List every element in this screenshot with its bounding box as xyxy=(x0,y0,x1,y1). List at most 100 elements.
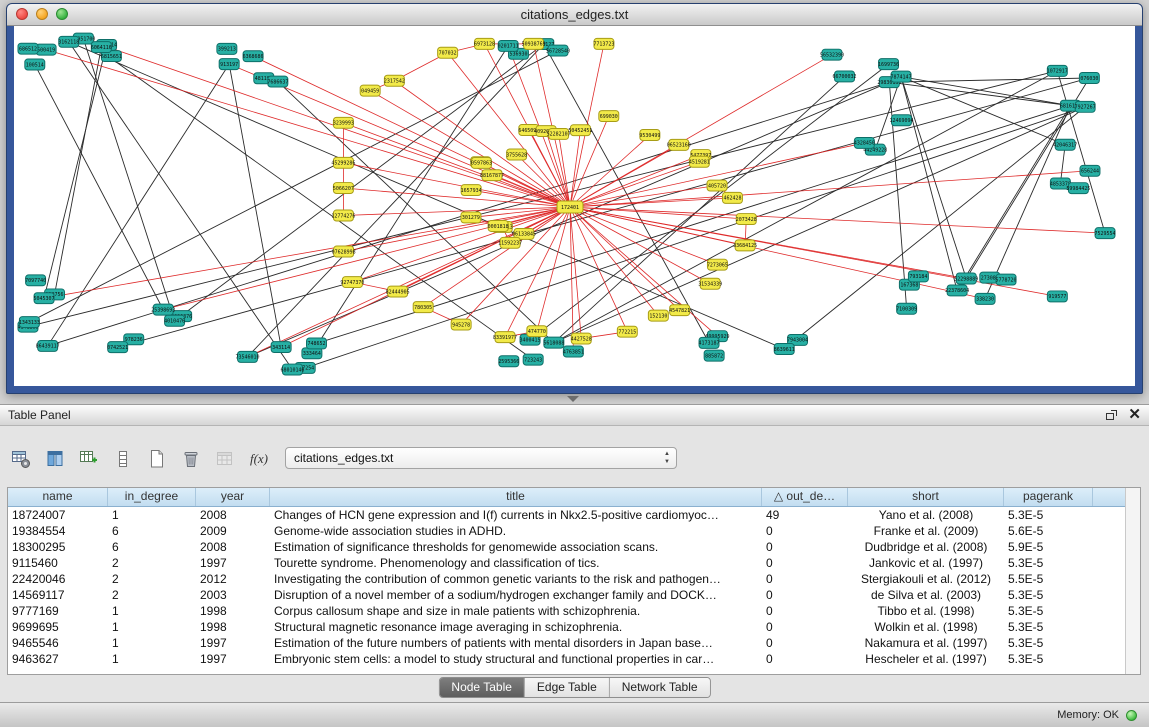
node-label: 7529554 xyxy=(1095,231,1116,237)
network-edge xyxy=(46,50,570,207)
close-panel-icon[interactable]: ✕ xyxy=(1128,405,1141,425)
table-row[interactable]: 1456911722003Disruption of a novel membe… xyxy=(8,587,1126,603)
table-row[interactable]: 946554611997Estimation of the future num… xyxy=(8,635,1126,651)
network-window: citations_edges.txt 61951700681565131621… xyxy=(6,3,1143,394)
node-label: 56728540 xyxy=(546,48,570,54)
delete-column-icon[interactable] xyxy=(180,448,202,470)
table-row[interactable]: 946362711997Embryonic stem cells: a mode… xyxy=(8,651,1126,667)
table-row[interactable]: 969969511998Structural magnetic resonanc… xyxy=(8,619,1126,635)
network-edge xyxy=(784,107,1085,349)
node-label: 06133845 xyxy=(512,232,536,238)
node-label: 2073428 xyxy=(736,217,757,223)
node-label: 167368 xyxy=(900,282,918,288)
column-header-in_degree[interactable]: in_degree xyxy=(108,488,196,506)
column-header-year[interactable]: year xyxy=(196,488,270,506)
table-panel-header: Table Panel ✕ xyxy=(0,405,1149,426)
network-edge xyxy=(344,207,570,252)
network-edge xyxy=(570,143,864,207)
tab-node-table[interactable]: Node Table xyxy=(439,678,524,697)
table-cell: 1998 xyxy=(196,603,270,619)
column-header-pagerank[interactable]: pagerank xyxy=(1004,488,1093,506)
node-label: 945278 xyxy=(452,322,470,328)
zoom-button[interactable] xyxy=(56,8,68,20)
table-cell: 0 xyxy=(762,587,848,603)
node-label: 343114 xyxy=(272,345,290,351)
network-graph[interactable]: 6195170068156513162118889191450041960641… xyxy=(14,26,1135,386)
node-label: 4173187 xyxy=(699,341,720,347)
float-panel-icon[interactable] xyxy=(1105,409,1118,422)
node-label: 11592237 xyxy=(498,241,522,247)
table-cell: 5.3E-5 xyxy=(1004,587,1093,603)
network-canvas[interactable]: 6195170068156513162118889191450041960641… xyxy=(14,26,1135,386)
node-label: 42046317 xyxy=(1053,143,1077,149)
node-label: 50938769 xyxy=(522,42,546,48)
node-label: 152130 xyxy=(649,313,667,319)
table-cell: Stergiakouli et al. (2012) xyxy=(848,571,1004,587)
table-selector[interactable]: citations_edges.txt ▲▼ xyxy=(285,447,677,469)
node-label: 4519281 xyxy=(689,160,710,166)
show-columns-icon[interactable] xyxy=(44,448,66,470)
table-row[interactable]: 2242004622012Investigating the contribut… xyxy=(8,571,1126,587)
panel-splitter-handle[interactable] xyxy=(567,396,579,402)
table-cell: 2008 xyxy=(196,539,270,555)
node-label: 3755628 xyxy=(506,152,527,158)
vertical-scrollbar[interactable] xyxy=(1125,488,1140,674)
table-row[interactable]: 1938455462009Genome-wide association stu… xyxy=(8,523,1126,539)
function-builder-icon[interactable]: f(x) xyxy=(248,448,270,470)
node-label: 7927267 xyxy=(1075,105,1096,111)
node-label: 73546010 xyxy=(236,355,260,361)
close-button[interactable] xyxy=(16,8,28,20)
table-cell: 2008 xyxy=(196,507,270,523)
node-label: 5778720 xyxy=(996,277,1017,283)
network-edge xyxy=(394,81,570,207)
column-header-title[interactable]: title xyxy=(270,488,762,506)
node-label: 780305 xyxy=(414,305,432,311)
table-cell: Wolkin et al. (1998) xyxy=(848,619,1004,635)
node-label: 92747370 xyxy=(340,280,364,286)
minimize-button[interactable] xyxy=(36,8,48,20)
tab-edge-table[interactable]: Edge Table xyxy=(524,678,609,697)
row-list-icon[interactable] xyxy=(112,448,134,470)
table-tabs: Node TableEdge TableNetwork Table xyxy=(438,677,710,698)
node-label: 686512 xyxy=(19,46,37,52)
table-cell: 9115460 xyxy=(8,555,108,571)
table-cell: 1997 xyxy=(196,555,270,571)
node-label: 7100309 xyxy=(896,307,917,313)
table-cell: Jankovic et al. (1997) xyxy=(848,555,1004,571)
node-label: 7097740 xyxy=(25,278,46,284)
node-label: 82444905 xyxy=(386,289,410,295)
table-cell: 9699695 xyxy=(8,619,108,635)
edit-table-icon[interactable] xyxy=(78,448,100,470)
table-row[interactable]: 1830029562008Estimation of significance … xyxy=(8,539,1126,555)
node-label: 474770 xyxy=(528,329,546,335)
memory-status-led-icon xyxy=(1126,710,1137,721)
memory-status-label: Memory: OK xyxy=(1057,709,1119,721)
table-row[interactable]: 1872400712008Changes of HCN gene express… xyxy=(8,507,1126,523)
table-cell: 5.3E-5 xyxy=(1004,603,1093,619)
table-row[interactable]: 977716911998Corpus callosum shape and si… xyxy=(8,603,1126,619)
column-header-out_de[interactable]: △ out_de… xyxy=(762,488,848,506)
new-column-icon[interactable] xyxy=(146,448,168,470)
table-cell: 5.9E-5 xyxy=(1004,539,1093,555)
table-cell: 1998 xyxy=(196,619,270,635)
table-cell: 49 xyxy=(762,507,848,523)
table-cell: 0 xyxy=(762,651,848,667)
node-label: 12774276 xyxy=(331,213,355,219)
table-cell: 1 xyxy=(108,635,196,651)
table-row[interactable]: 911546021997Tourette syndrome. Phenomeno… xyxy=(8,555,1126,571)
table-cell: Franke et al. (2009) xyxy=(848,523,1004,539)
node-label: 52282107 xyxy=(547,132,571,138)
table-cell: 22420046 xyxy=(8,571,108,587)
table-mode-icon[interactable] xyxy=(10,448,32,470)
window-titlebar[interactable]: citations_edges.txt xyxy=(7,4,1142,26)
import-table-icon[interactable] xyxy=(214,448,236,470)
tab-network-table[interactable]: Network Table xyxy=(609,678,710,697)
node-label: 25398693 xyxy=(151,307,175,313)
node-label: 1699736 xyxy=(878,62,899,68)
column-header-name[interactable]: name xyxy=(8,488,108,506)
table-toolbar: f(x) xyxy=(10,445,270,473)
node-label: 50452451 xyxy=(568,128,592,134)
node-label: 45299286 xyxy=(331,161,355,167)
node-label: 405720 xyxy=(708,183,726,189)
column-header-short[interactable]: short xyxy=(848,488,1004,506)
